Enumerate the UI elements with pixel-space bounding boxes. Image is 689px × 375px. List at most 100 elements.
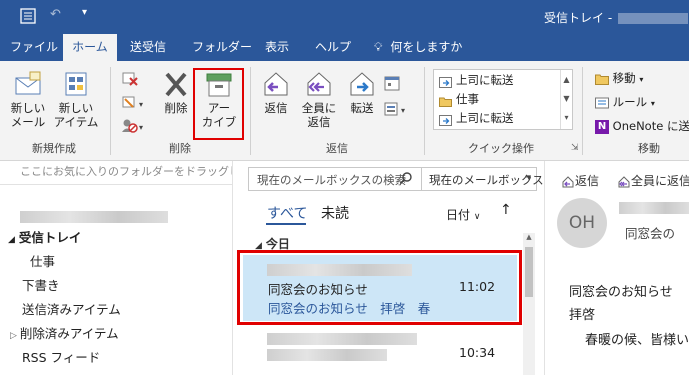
group-separator [250,67,251,155]
archive-highlight-box [193,68,244,140]
group-separator [582,67,583,155]
qat-dropdown-icon[interactable]: ▾ [82,7,87,18]
delete-label: 削除 [164,101,188,115]
reply-label: 返信 [575,174,600,188]
tab-home[interactable]: ホーム [63,34,117,61]
junk-icon[interactable]: ▾ [121,117,147,136]
new-email-button[interactable]: 新しい メール [7,69,49,129]
tab-help[interactable]: ヘルプ [309,34,357,61]
account-header[interactable] [0,204,232,228]
search-box[interactable]: 現在のメールボックスの検索 現在のメールボックス ▾ [248,167,544,191]
quick-step-item[interactable]: 上司に転送 [434,71,514,90]
tab-folder[interactable]: フォルダー [186,34,258,61]
new-item-label: 新しい アイテム [53,101,99,129]
reply-all-button[interactable]: 全員に 返信 [296,69,342,129]
folder-inbox[interactable]: ◢ 受信トレイ [0,226,232,250]
email-body-title: 同窓会のお知らせ [569,285,673,300]
delete-x-icon [165,72,187,97]
folder-deleted[interactable]: ▷ 削除済みアイテム [0,322,232,346]
chevron-down-icon[interactable]: ▾ [526,173,531,183]
message-item[interactable]: 10:34 [243,327,517,375]
delete-button[interactable]: 削除 [158,69,194,115]
message-list-pane: 現在のメールボックスの検索 現在のメールボックス ▾ すべて 未読 日付 ∨ ↑… [232,161,545,375]
group-label-respond: 返信 [326,142,348,155]
expand-gallery-icon[interactable]: ▾ [561,108,572,127]
reply-icon [264,72,288,96]
reply-all-icon [307,72,331,96]
filter-unread-tab[interactable]: 未読 [321,203,349,223]
search-input[interactable]: 現在のメールボックスの検索 [257,172,406,188]
cleanup-icon[interactable]: ▾ [121,94,147,113]
reply-label: 返信 [264,101,288,115]
reply-button[interactable]: 返信 [258,69,294,115]
rules-icon [595,97,609,108]
onenote-icon: N [595,119,609,134]
meeting-icon[interactable] [384,75,400,94]
lightbulb-icon: 💡︎ [374,40,383,54]
tab-send-receive[interactable]: 送受信 [124,34,172,61]
email-body-greeting: 拝啓 [569,308,596,323]
reply-icon [562,175,574,187]
reading-reply-button[interactable]: 返信 [561,172,599,189]
expand-triangle-icon[interactable]: ◢ [8,235,15,245]
scroll-up-icon[interactable]: ▲ [561,70,572,89]
group-label-move: 移動 [638,142,660,155]
window-title: 受信トレイ - [544,9,689,26]
send-to-onenote-button[interactable]: N OneNote に送 [595,117,689,135]
quick-steps-scrollbar[interactable]: ▲ ▼ ▾ [560,70,572,129]
sort-direction-arrow-icon[interactable]: ↑ [500,202,512,218]
onenote-label: OneNote に送 [612,119,689,133]
ribbon: 新しい メール 新しい アイテム 新規作成 ▾ ▾ 削除 アー カイブ 削除 返… [0,61,689,161]
tab-view[interactable]: 表示 [259,34,295,61]
quick-step-item[interactable]: 仕事 [434,90,479,109]
group-label-new: 新規作成 [32,142,76,155]
scroll-down-icon[interactable]: ▼ [561,89,572,108]
group-separator [424,67,425,155]
group-header-label: 今日 [265,237,290,251]
reply-all-label: 全員に 返信 [301,101,337,129]
ignore-icon[interactable] [121,70,139,89]
scrollbar-thumb[interactable] [525,247,533,297]
tell-me-label: 何をしますか [390,40,463,54]
sort-by-date-dropdown[interactable]: 日付 ∨ [446,206,480,223]
folder-rss[interactable]: RSS フィード [0,346,232,370]
dialog-launcher-icon[interactable]: ⇲ [571,143,579,153]
email-body-text: 春暖の候、皆様い [585,333,689,348]
ribbon-tabs: ファイル ホーム 送受信 フォルダー 表示 ヘルプ 💡︎ 何をしますか [0,34,689,61]
group-label-delete: 削除 [169,142,191,155]
move-button[interactable]: 移動 ▾ [595,69,643,87]
more-respond-icon[interactable]: ▾ [384,101,410,120]
account-name-blurred [617,13,688,24]
chevron-down-icon: ▾ [639,75,644,84]
outlook-icon[interactable] [20,8,36,28]
move-label: 移動 [612,71,636,85]
group-label-quick-steps: クイック操作 [468,142,534,155]
scroll-up-icon[interactable]: ▲ [523,233,535,241]
rules-button[interactable]: ルール ▾ [595,93,655,111]
filter-all-tab[interactable]: すべて [267,203,307,223]
message-list-scrollbar[interactable]: ▲ [523,233,535,375]
search-icon[interactable] [399,171,413,188]
window-title-text: 受信トレイ - [544,11,616,25]
quick-step-item[interactable]: 上司に転送 [434,109,514,128]
svg-text:▾: ▾ [139,100,143,109]
recipient-line: 同窓会の [625,226,676,241]
chevron-down-icon: ∨ [473,212,481,222]
forward-to-manager-icon [439,113,452,132]
move-folder-icon [595,74,609,85]
tab-file[interactable]: ファイル [4,34,64,61]
collapse-triangle-icon[interactable]: ▷ [10,331,17,341]
new-item-button[interactable]: 新しい アイテム [52,69,100,129]
group-separator [110,67,111,155]
svg-text:▾: ▾ [139,123,143,132]
chevron-down-icon: ▾ [650,99,655,108]
undo-icon[interactable]: ↶ [50,7,61,22]
folder-sent[interactable]: 送信済みアイテム [0,298,232,322]
sort-label: 日付 [446,208,471,222]
reading-reply-all-button[interactable]: 全員に返信 [617,172,689,189]
forward-button[interactable]: 転送 [344,69,380,115]
folder-work[interactable]: 仕事 [0,250,232,274]
tell-me-search[interactable]: 💡︎ 何をしますか [368,34,468,61]
new-email-label: 新しい メール [10,101,46,129]
folder-drafts[interactable]: 下書き [0,274,232,298]
